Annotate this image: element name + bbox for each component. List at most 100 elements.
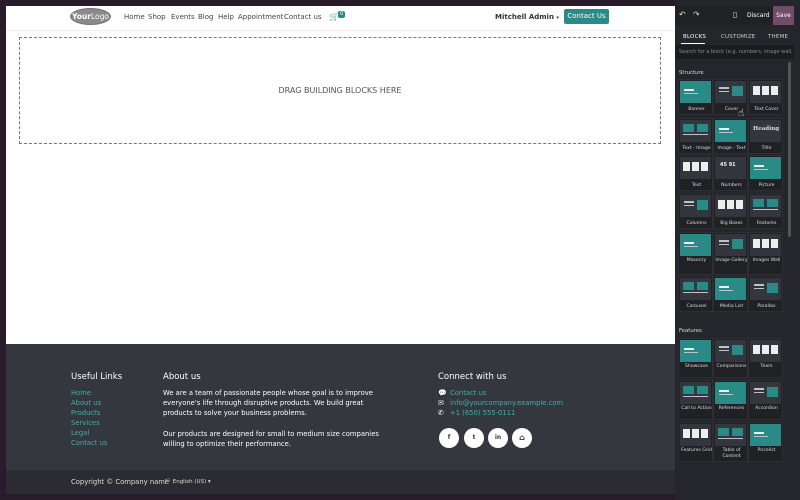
- block-call-to-action[interactable]: Call to Action: [678, 380, 713, 420]
- block-thumbnail: [680, 195, 711, 217]
- nav-help[interactable]: Help: [218, 13, 234, 21]
- redo-icon[interactable]: ↷: [693, 10, 700, 19]
- tab-theme[interactable]: THEME: [768, 34, 788, 40]
- block-label: Text: [691, 183, 702, 188]
- contact-us-button[interactable]: Contact Us: [564, 9, 609, 24]
- footer-phone-link[interactable]: +1 (650) 555-0111: [450, 409, 515, 417]
- thumbnail-text: 45 91: [720, 162, 736, 168]
- mobile-preview-icon[interactable]: ▯: [733, 10, 737, 19]
- block-label: Table of Content: [722, 448, 741, 459]
- block-thumbnail: [750, 195, 781, 217]
- panel-scrollbar[interactable]: [788, 62, 791, 237]
- block-label: Title: [761, 146, 772, 151]
- block-thumbnail: [750, 340, 781, 362]
- footer-link-services[interactable]: Services: [71, 419, 100, 427]
- block-label: Team: [760, 364, 773, 369]
- footer-link-about[interactable]: About us: [71, 399, 101, 407]
- block-image-text[interactable]: Image - Text: [713, 118, 748, 154]
- block-text-cover[interactable]: Text Cover: [748, 79, 783, 115]
- block-thumbnail: [715, 340, 746, 362]
- language-label: English (US): [172, 479, 207, 485]
- nav-blog[interactable]: Blog: [198, 13, 213, 21]
- block-label: Picture: [758, 183, 775, 188]
- flag-icon: 🏳: [164, 479, 171, 485]
- drop-zone[interactable]: DRAG BUILDING BLOCKS HERE: [19, 37, 661, 144]
- useful-links-title: Useful Links: [71, 372, 123, 382]
- undo-icon[interactable]: ↶: [679, 10, 686, 19]
- site-logo[interactable]: YourLogo: [70, 8, 111, 25]
- block-thumbnail: [715, 278, 746, 300]
- block-thumbnail: [750, 234, 781, 256]
- section-features: Features: [679, 328, 702, 334]
- block-label: Pricelist: [757, 448, 776, 453]
- block-banner[interactable]: Banner: [678, 79, 713, 115]
- block-thumbnail: [750, 81, 781, 103]
- block-text[interactable]: Text: [678, 155, 713, 191]
- nav-events[interactable]: Events: [171, 13, 195, 21]
- block-label: Text Cover: [754, 107, 779, 112]
- chevron-down-icon: ▾: [207, 479, 211, 485]
- tab-blocks[interactable]: BLOCKS: [683, 34, 706, 40]
- thumbnail-text: Heading: [753, 126, 780, 132]
- language-selector[interactable]: 🏳 English (US) ▾: [164, 479, 211, 485]
- nav-appointment[interactable]: Appointment: [238, 13, 283, 21]
- block-numbers[interactable]: 45 91 Numbers: [713, 155, 748, 191]
- block-comparisons[interactable]: Comparisons: [713, 338, 748, 378]
- block-thumbnail: [750, 157, 781, 179]
- chevron-down-icon: ▾: [556, 15, 559, 21]
- footer-link-products[interactable]: Products: [71, 409, 100, 417]
- block-search-input[interactable]: [675, 45, 794, 59]
- block-text-image[interactable]: Text - Image: [678, 118, 713, 154]
- block-team[interactable]: Team: [748, 338, 783, 378]
- block-references[interactable]: References: [713, 380, 748, 420]
- block-accordion[interactable]: Accordion: [748, 380, 783, 420]
- footer-link-home[interactable]: Home: [71, 389, 91, 397]
- save-button[interactable]: Save: [773, 6, 794, 25]
- block-thumbnail: [680, 424, 711, 446]
- block-features[interactable]: Features: [748, 193, 783, 229]
- block-image-gallery[interactable]: Image Gallery: [713, 232, 748, 275]
- footer-link-contact[interactable]: Contact us: [71, 439, 107, 447]
- block-label: Accordion: [755, 406, 778, 411]
- discard-button[interactable]: Discard: [747, 12, 770, 19]
- block-masonry[interactable]: Masonry: [678, 232, 713, 275]
- block-thumbnail: [715, 195, 746, 217]
- footer-link-legal[interactable]: Legal: [71, 429, 89, 437]
- block-carousel[interactable]: Carousel: [678, 276, 713, 312]
- block-thumbnail: [680, 157, 711, 179]
- footer-contact-link[interactable]: Contact us: [450, 389, 486, 397]
- block-features-grid[interactable]: Features Grid: [678, 422, 713, 462]
- connect-title: Connect with us: [438, 372, 507, 382]
- block-thumbnail: [680, 234, 711, 256]
- linkedin-icon[interactable]: in: [488, 428, 508, 448]
- facebook-icon[interactable]: f: [439, 428, 459, 448]
- block-label: Image - Text: [717, 146, 746, 151]
- footer-email-link[interactable]: info@yourcompany.example.com: [450, 399, 563, 407]
- block-columns[interactable]: Columns: [678, 193, 713, 229]
- block-thumbnail: 45 91: [715, 157, 746, 179]
- block-big-boxes[interactable]: Big Boxes: [713, 193, 748, 229]
- user-menu[interactable]: Mitchell Admin ▾: [495, 13, 559, 21]
- block-images-wall[interactable]: Images Wall: [748, 232, 783, 275]
- block-table-of-content[interactable]: Table of Content: [713, 422, 748, 462]
- block-label: Media List: [719, 304, 744, 309]
- block-media-list[interactable]: Media List: [713, 276, 748, 312]
- block-thumbnail: [680, 278, 711, 300]
- nav-shop[interactable]: Shop: [148, 13, 166, 21]
- block-showcase[interactable]: Showcase: [678, 338, 713, 378]
- block-parallax[interactable]: Parallax: [748, 276, 783, 312]
- phone-icon: ✆: [438, 409, 444, 417]
- nav-home[interactable]: Home: [124, 13, 145, 21]
- block-picture[interactable]: Picture: [748, 155, 783, 191]
- block-pricelist[interactable]: Pricelist: [748, 422, 783, 462]
- block-title[interactable]: Heading Title: [748, 118, 783, 154]
- tab-customize[interactable]: CUSTOMIZE: [721, 34, 755, 40]
- twitter-icon[interactable]: t: [464, 428, 484, 448]
- envelope-icon: ✉: [438, 399, 444, 407]
- block-thumbnail: Heading: [750, 120, 781, 142]
- nav-contact-us[interactable]: Contact us: [284, 13, 322, 21]
- home-icon[interactable]: ⌂: [512, 428, 532, 448]
- block-label: Features Grid: [681, 448, 712, 453]
- block-thumbnail: [680, 81, 711, 103]
- block-label: Call to Action: [681, 406, 712, 411]
